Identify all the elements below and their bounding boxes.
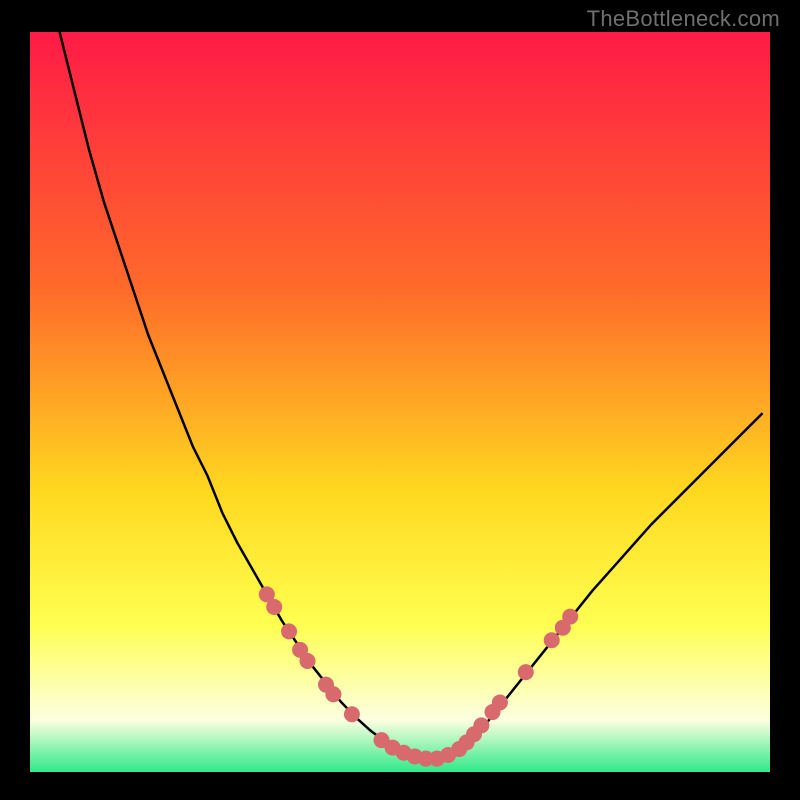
data-dot (300, 653, 316, 669)
data-dot (492, 694, 508, 710)
data-dot (281, 623, 297, 639)
data-dot (544, 632, 560, 648)
bottleneck-chart (30, 32, 770, 772)
data-dot (518, 664, 534, 680)
data-dot (266, 599, 282, 615)
chart-frame (30, 32, 770, 772)
data-dot (473, 717, 489, 733)
watermark-text: TheBottleneck.com (587, 6, 780, 32)
data-dot (344, 706, 360, 722)
gradient-background (30, 32, 770, 772)
data-dot (325, 686, 341, 702)
data-dot (562, 609, 578, 625)
